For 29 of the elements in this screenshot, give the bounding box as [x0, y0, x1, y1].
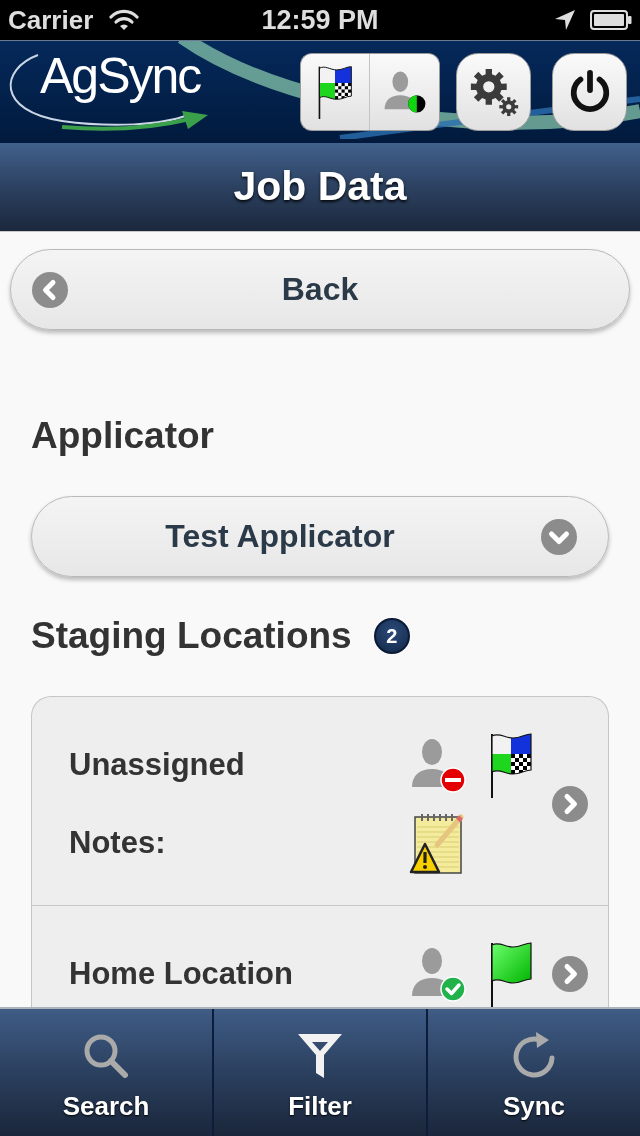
location-arrow-icon: [554, 9, 576, 31]
notes-label: Notes:: [69, 825, 166, 861]
location-name: Unassigned: [69, 747, 245, 783]
sync-button[interactable]: Sync: [426, 1009, 640, 1136]
page-title: Job Data: [233, 164, 407, 210]
chevron-right-icon: [552, 786, 588, 822]
applicator-select[interactable]: Test Applicator: [31, 496, 609, 577]
settings-button[interactable]: [456, 53, 531, 131]
search-button[interactable]: Search: [0, 1009, 212, 1136]
location-list-item[interactable]: Unassigned Notes:: [32, 697, 608, 906]
clock-time: 12:59 PM: [261, 6, 379, 34]
section-heading: Applicator: [30, 415, 215, 457]
flag-button[interactable]: [300, 53, 370, 131]
logo-text: AgSync: [40, 51, 201, 101]
power-button[interactable]: [552, 53, 627, 131]
chevron-down-icon: [541, 518, 577, 555]
filter-button[interactable]: Filter: [212, 1009, 426, 1136]
battery-icon: [590, 10, 632, 30]
count-badge: 2: [373, 618, 410, 654]
person-button[interactable]: [370, 53, 440, 131]
carrier-name: Carrier: [8, 7, 94, 33]
wifi-icon: [109, 9, 140, 31]
location-list-item[interactable]: Home Location: [32, 906, 608, 1007]
chevron-right-icon: [552, 956, 588, 992]
location-name: Home Location: [69, 956, 293, 992]
section-heading: Staging Locations: [31, 615, 352, 657]
back-button[interactable]: Back: [10, 249, 630, 330]
person-status-icon: [382, 70, 427, 114]
chevron-left-icon: [32, 271, 68, 308]
